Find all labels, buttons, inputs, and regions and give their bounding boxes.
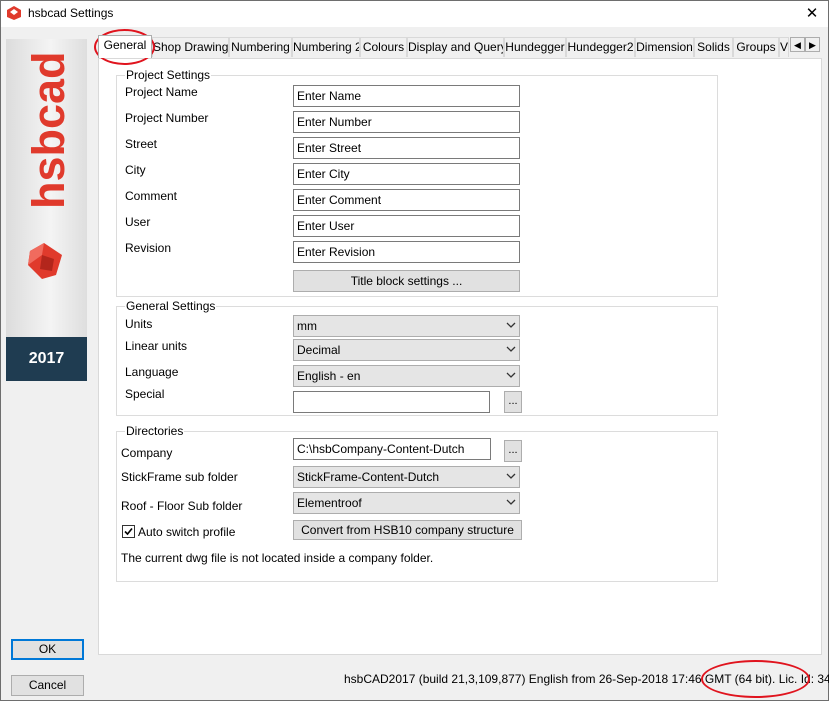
brand-wordmark: hsbcad [23, 51, 74, 209]
language-label: Language [125, 365, 179, 379]
language-select[interactable]: English - en [293, 365, 520, 387]
linear-units-select[interactable]: Decimal [293, 339, 520, 361]
tab-numbering[interactable]: Numbering [229, 37, 292, 57]
project-number-label: Project Number [125, 111, 209, 125]
chevron-down-icon [506, 346, 516, 352]
special-label: Special [125, 387, 165, 401]
comment-field[interactable]: Enter Comment [293, 189, 520, 211]
tab-hundegger2[interactable]: Hundegger2 [566, 37, 635, 57]
directories-group: Directories Company C:\hsbCompany-Conten… [116, 424, 718, 582]
tab-overflow[interactable]: V [779, 37, 789, 57]
revision-label: Revision [125, 241, 172, 255]
build-info-status: hsbCAD2017 (build 21,3,109,877) English … [344, 672, 829, 686]
tab-numbering-2[interactable]: Numbering 2 [292, 37, 360, 57]
brand-panel: hsbcad 2017 [6, 39, 87, 381]
chevron-down-icon [506, 473, 516, 479]
stickframe-value: StickFrame-Content-Dutch [297, 470, 440, 484]
company-label: Company [121, 446, 173, 460]
general-settings-group: General Settings Units mm Linear units D… [116, 299, 718, 416]
close-icon[interactable]: ✕ [802, 4, 822, 24]
street-label: Street [125, 137, 158, 151]
comment-label: Comment [125, 189, 178, 203]
ok-button[interactable]: OK [11, 639, 84, 660]
stickframe-select[interactable]: StickFrame-Content-Dutch [293, 466, 520, 488]
language-value: English - en [297, 369, 361, 383]
stickframe-label: StickFrame sub folder [121, 470, 238, 484]
general-settings-title: General Settings [125, 299, 217, 313]
chevron-down-icon [506, 322, 516, 328]
chevron-down-icon [506, 499, 516, 505]
units-select[interactable]: mm [293, 315, 520, 337]
tab-colours[interactable]: Colours [360, 37, 407, 57]
tab-general[interactable]: General [98, 35, 152, 58]
title-block-settings-button[interactable]: Title block settings ... [293, 270, 520, 292]
tab-scroll-right-icon[interactable]: ▶ [805, 37, 820, 52]
tab-dimension[interactable]: Dimension [635, 37, 694, 57]
project-number-field[interactable]: Enter Number [293, 111, 520, 133]
project-name-field[interactable]: Enter Name [293, 85, 520, 107]
roof-floor-select[interactable]: Elementroof [293, 492, 520, 514]
units-label: Units [125, 317, 153, 331]
directories-title: Directories [125, 424, 185, 438]
hsbcad-logo-icon [7, 6, 21, 20]
tab-groups[interactable]: Groups [733, 37, 779, 57]
tab-scroll-left-icon[interactable]: ◀ [790, 37, 805, 52]
window-title: hsbcad Settings [28, 6, 114, 20]
tab-hundegger[interactable]: Hundegger [504, 37, 566, 57]
project-settings-group: Project Settings Project Name Enter Name… [116, 68, 718, 297]
tab-shop-drawings[interactable]: Shop Drawings [152, 37, 229, 57]
special-field[interactable] [293, 391, 490, 413]
units-value: mm [297, 319, 317, 333]
city-field[interactable]: Enter City [293, 163, 520, 185]
roof-floor-label: Roof - Floor Sub folder [121, 499, 243, 513]
brand-year: 2017 [6, 337, 87, 381]
street-field[interactable]: Enter Street [293, 137, 520, 159]
brand-mark-icon [28, 243, 62, 279]
city-label: City [125, 163, 146, 177]
linear-units-label: Linear units [125, 339, 188, 353]
user-field[interactable]: Enter User [293, 215, 520, 237]
project-settings-title: Project Settings [125, 68, 212, 82]
linear-units-value: Decimal [297, 343, 341, 357]
roof-floor-value: Elementroof [297, 496, 362, 510]
convert-hsb10-button[interactable]: Convert from HSB10 company structure [293, 520, 522, 540]
tab-strip: General Shop Drawings Numbering Numberin… [98, 35, 822, 58]
cancel-button[interactable]: Cancel [11, 675, 84, 696]
general-tab-page: Project Settings Project Name Enter Name… [98, 58, 822, 655]
company-browse-button[interactable]: ... [504, 440, 522, 462]
auto-switch-label: Auto switch profile [138, 525, 236, 539]
company-folder-notice: The current dwg file is not located insi… [121, 551, 434, 565]
revision-field[interactable]: Enter Revision [293, 241, 520, 263]
user-label: User [125, 215, 151, 229]
hsbcad-brand-logo: hsbcad [23, 51, 74, 279]
title-bar: hsbcad Settings ✕ [1, 1, 828, 27]
settings-window: hsbcad Settings ✕ hsbcad 2017 OK Cancel … [0, 0, 829, 701]
chevron-down-icon [506, 372, 516, 378]
auto-switch-checkbox[interactable] [122, 525, 135, 538]
special-browse-button[interactable]: ... [504, 391, 522, 413]
company-path-field[interactable]: C:\hsbCompany-Content-Dutch [293, 438, 491, 460]
tab-display-and-query[interactable]: Display and Query [407, 37, 504, 57]
check-icon [124, 527, 133, 536]
tab-solids[interactable]: Solids [694, 37, 733, 57]
project-name-label: Project Name [125, 85, 198, 99]
